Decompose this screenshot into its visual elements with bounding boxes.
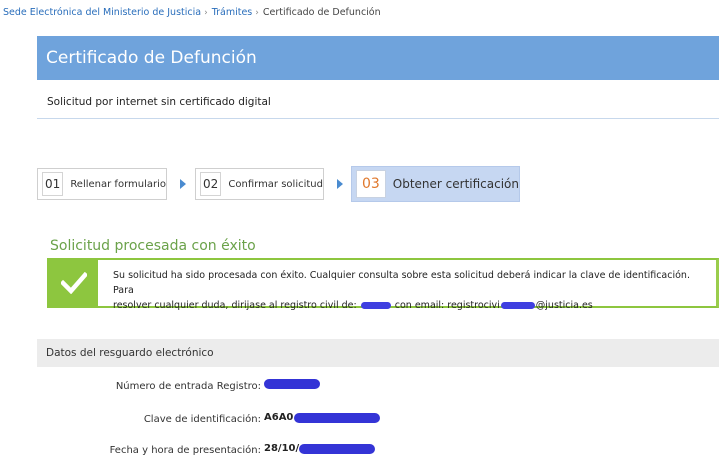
step-label: Confirmar solicitud [228,178,323,190]
entry-number-value [264,379,320,389]
step-number: 01 [42,172,64,196]
page-title-banner: Certificado de Defunción [37,36,719,80]
page-subtitle: Solicitud por internet sin certificado d… [47,96,271,108]
submission-datetime-label: Fecha y hora de presentación: [109,445,261,456]
step-arrow-icon [337,179,343,189]
breadcrumb-current: Certificado de Defunción [262,7,381,18]
page-title: Certificado de Defunción [46,48,257,68]
step-label: Rellenar formulario [70,178,166,190]
success-title: Solicitud procesada con éxito [50,238,256,254]
entry-number-label: Número de entrada Registro: [115,381,261,392]
identification-key-text: A6A0 [264,412,294,423]
identification-key-label: Clave de identificación: [143,414,261,425]
success-message: Su solicitud ha sido procesada con éxito… [113,268,713,313]
breadcrumb-link-tramites[interactable]: Trámites [212,7,253,18]
redaction-mark [264,379,320,389]
breadcrumb: Sede Electrónica del Ministerio de Justi… [3,7,381,18]
receipt-section-title: Datos del resguardo electrónico [46,347,214,359]
submission-datetime-text: 28/10/ [264,443,300,454]
breadcrumb-link-sede[interactable]: Sede Electrónica del Ministerio de Justi… [3,7,201,18]
success-line-2b: con email: registrocivi [394,300,500,311]
step-1: 01 Rellenar formulario [37,168,167,200]
success-line-2c: @justicia.es [535,300,593,311]
redaction-mark [299,443,376,454]
success-line-1: Su solicitud ha sido procesada con éxito… [113,270,690,296]
step-number: 02 [200,172,222,196]
step-label: Obtener certificación [392,177,519,191]
success-line-2a: resolver cualquier duda, dirijase al reg… [113,300,357,311]
identification-key-value: A6A0 [264,412,381,423]
redaction-mark [500,302,535,309]
redaction-mark [294,412,381,423]
submission-datetime-value: 28/10/ [264,443,376,454]
subtitle-divider [37,118,719,119]
success-message-box: Su solicitud ha sido procesada con éxito… [47,258,719,311]
checkmark-icon [49,260,98,306]
step-3-active: 03 Obtener certificación [351,166,520,202]
breadcrumb-separator: › [255,7,259,18]
redaction-mark [360,302,391,309]
step-arrow-icon [180,179,186,189]
receipt-section-header: Datos del resguardo electrónico [37,339,719,367]
page: Sede Electrónica del Ministerio de Justi… [0,0,719,469]
step-number: 03 [356,170,386,198]
breadcrumb-separator: › [204,7,208,18]
step-2: 02 Confirmar solicitud [195,168,324,200]
